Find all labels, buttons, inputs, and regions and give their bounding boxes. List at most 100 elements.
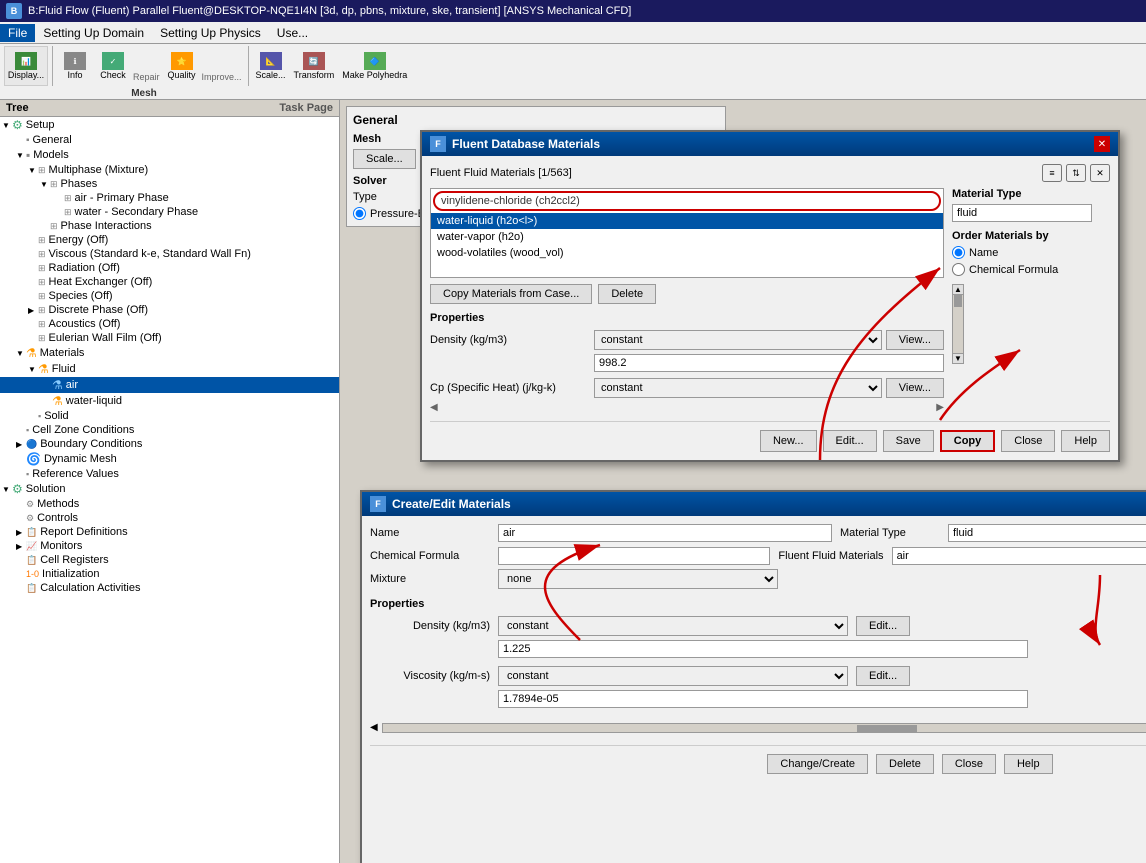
name-input-ce[interactable] [498, 524, 832, 542]
change-create-btn[interactable]: Change/Create [767, 754, 868, 774]
filter-btn-3[interactable]: ✕ [1090, 164, 1110, 182]
tree-item-dynamic[interactable]: 🌀 Dynamic Mesh [0, 451, 339, 467]
order-name-radio[interactable]: Name [952, 246, 1110, 259]
filter-btn-1[interactable]: ≡ [1042, 164, 1062, 182]
multiphase-arrow[interactable]: ▼ [28, 166, 38, 175]
tree-item-report[interactable]: ▶ 📋 Report Definitions [0, 525, 339, 539]
materials-listbox[interactable]: vinylidene-chloride (ch2ccl2) water-liqu… [430, 188, 944, 278]
material-item-water-liquid[interactable]: water-liquid (h2o<l>) [431, 213, 943, 229]
display-btn[interactable]: 📊 Display... [4, 46, 48, 86]
fluid-arrow[interactable]: ▼ [28, 365, 38, 374]
tree-item-setup[interactable]: ▼ ⚙ Setup [0, 117, 339, 133]
copy-from-case-btn[interactable]: Copy Materials from Case... [430, 284, 592, 304]
tree-item-general[interactable]: ▪ General [0, 133, 339, 147]
tree-item-phases[interactable]: ▼ ⊞ Phases [0, 177, 339, 191]
menu-user[interactable]: Use... [269, 24, 316, 42]
viscosity-value-ce[interactable] [498, 690, 1028, 708]
tree-item-models[interactable]: ▼ ▪ Models [0, 147, 339, 163]
mixture-label-ce: Mixture [370, 573, 490, 585]
density-value-ce[interactable] [498, 640, 1028, 658]
tree-item-water-secondary[interactable]: ⊞ water - Secondary Phase [0, 205, 339, 219]
db-help-btn[interactable]: Help [1061, 430, 1110, 452]
tree-item-radiation[interactable]: ⊞ Radiation (Off) [0, 261, 339, 275]
report-label: Report Definitions [40, 526, 127, 538]
phases-arrow[interactable]: ▼ [40, 180, 50, 189]
edit-btn[interactable]: Edit... [823, 430, 877, 452]
discrete-arrow[interactable]: ▶ [28, 306, 38, 315]
ce-delete-btn[interactable]: Delete [876, 754, 934, 774]
tree-item-discrete[interactable]: ▶ ⊞ Discrete Phase (Off) [0, 303, 339, 317]
db-delete-btn[interactable]: Delete [598, 284, 656, 304]
material-item-wood[interactable]: wood-volatiles (wood_vol) [431, 245, 943, 261]
models-arrow[interactable]: ▼ [16, 151, 26, 160]
tree-item-eulerian[interactable]: ⊞ Eulerian Wall Film (Off) [0, 331, 339, 345]
density-edit-btn[interactable]: Edit... [856, 616, 910, 636]
ce-close-btn[interactable]: Close [942, 754, 996, 774]
tree-item-init[interactable]: 1-0 Initialization [0, 567, 339, 581]
quality-btn[interactable]: ⭐ Quality [164, 46, 200, 86]
material-type-input-db[interactable] [952, 204, 1092, 222]
transform-btn[interactable]: 🔄 Transform [291, 46, 338, 86]
tree-item-monitors[interactable]: ▶ 📈 Monitors [0, 539, 339, 553]
tree-item-registers[interactable]: 📋 Cell Registers [0, 553, 339, 567]
tree-item-acoustics[interactable]: ⊞ Acoustics (Off) [0, 317, 339, 331]
tree-item-energy[interactable]: ⊞ Energy (Off) [0, 233, 339, 247]
boundary-arrow[interactable]: ▶ [16, 440, 26, 449]
monitors-arrow[interactable]: ▶ [16, 542, 26, 551]
materials-arrow[interactable]: ▼ [16, 349, 26, 358]
scroll-left[interactable]: ◀ [370, 722, 378, 733]
save-btn[interactable]: Save [883, 430, 934, 452]
tree-item-reference[interactable]: ▪ Reference Values [0, 467, 339, 481]
new-btn[interactable]: New... [760, 430, 817, 452]
order-chemical-radio[interactable]: Chemical Formula [952, 263, 1110, 276]
solution-arrow[interactable]: ▼ [2, 485, 12, 494]
tree-item-heat[interactable]: ⊞ Heat Exchanger (Off) [0, 275, 339, 289]
expand-arrow[interactable]: ▼ [2, 121, 12, 130]
tree-item-calc[interactable]: 📋 Calculation Activities [0, 581, 339, 595]
tree-item-viscous[interactable]: ⊞ Viscous (Standard k-e, Standard Wall F… [0, 247, 339, 261]
polyhedra-btn[interactable]: 🔷 Make Polyhedra [339, 46, 410, 86]
tree-item-water-liquid[interactable]: ⚗ water-liquid [0, 393, 339, 409]
material-type-input-ce[interactable] [948, 524, 1146, 542]
viscosity-edit-btn[interactable]: Edit... [856, 666, 910, 686]
tree-item-solution[interactable]: ▼ ⚙ Solution [0, 481, 339, 497]
menu-file[interactable]: File [0, 24, 35, 42]
tree-item-solid[interactable]: ▪ Solid [0, 409, 339, 423]
density-method-ce[interactable]: constant [498, 616, 848, 636]
tree-item-materials[interactable]: ▼ ⚗ Materials [0, 345, 339, 361]
viscosity-method-ce[interactable]: constant [498, 666, 848, 686]
material-item-vinylidene[interactable]: vinylidene-chloride (ch2ccl2) [433, 191, 941, 211]
tree-item-phase-interactions[interactable]: ⊞ Phase Interactions [0, 219, 339, 233]
menu-physics[interactable]: Setting Up Physics [152, 24, 269, 42]
tree-item-controls[interactable]: ⚙ Controls [0, 511, 339, 525]
chem-formula-input-ce[interactable] [498, 547, 770, 565]
check-btn[interactable]: ✓ Check [95, 46, 131, 86]
tree-item-fluid-group[interactable]: ▼ ⚗ Fluid [0, 361, 339, 377]
tree-content[interactable]: ▼ ⚙ Setup ▪ General ▼ ▪ Models [0, 117, 339, 863]
menu-domain[interactable]: Setting Up Domain [35, 24, 152, 42]
cp-method-db[interactable]: constant [594, 378, 882, 398]
tree-item-multiphase[interactable]: ▼ ⊞ Multiphase (Mixture) [0, 163, 339, 177]
cp-view-btn[interactable]: View... [886, 378, 944, 398]
fluent-fluid-input-ce[interactable] [892, 547, 1146, 565]
density-view-btn[interactable]: View... [886, 330, 944, 350]
db-close-btn[interactable]: Close [1001, 430, 1055, 452]
density-value-db[interactable] [594, 354, 944, 372]
ce-help-btn[interactable]: Help [1004, 754, 1053, 774]
density-method-db[interactable]: constant [594, 330, 882, 350]
fluent-db-close-btn[interactable]: ✕ [1094, 136, 1110, 152]
material-item-water-vapor[interactable]: water-vapor (h2o) [431, 229, 943, 245]
scale-btn[interactable]: 📐 Scale... [253, 46, 289, 86]
tree-item-cell-zone[interactable]: ▪ Cell Zone Conditions [0, 423, 339, 437]
scale-task-btn[interactable]: Scale... [353, 149, 416, 169]
filter-btn-2[interactable]: ⇅ [1066, 164, 1086, 182]
tree-item-air[interactable]: ⚗ air [0, 377, 339, 393]
tree-item-species[interactable]: ⊞ Species (Off) [0, 289, 339, 303]
tree-item-air-primary[interactable]: ⊞ air - Primary Phase [0, 191, 339, 205]
mixture-select-ce[interactable]: none [498, 569, 778, 589]
info-btn[interactable]: ℹ Info [57, 46, 93, 86]
tree-item-boundary[interactable]: ▶ 🔵 Boundary Conditions [0, 437, 339, 451]
tree-item-methods[interactable]: ⚙ Methods [0, 497, 339, 511]
report-arrow[interactable]: ▶ [16, 528, 26, 537]
copy-btn[interactable]: Copy [940, 430, 996, 452]
